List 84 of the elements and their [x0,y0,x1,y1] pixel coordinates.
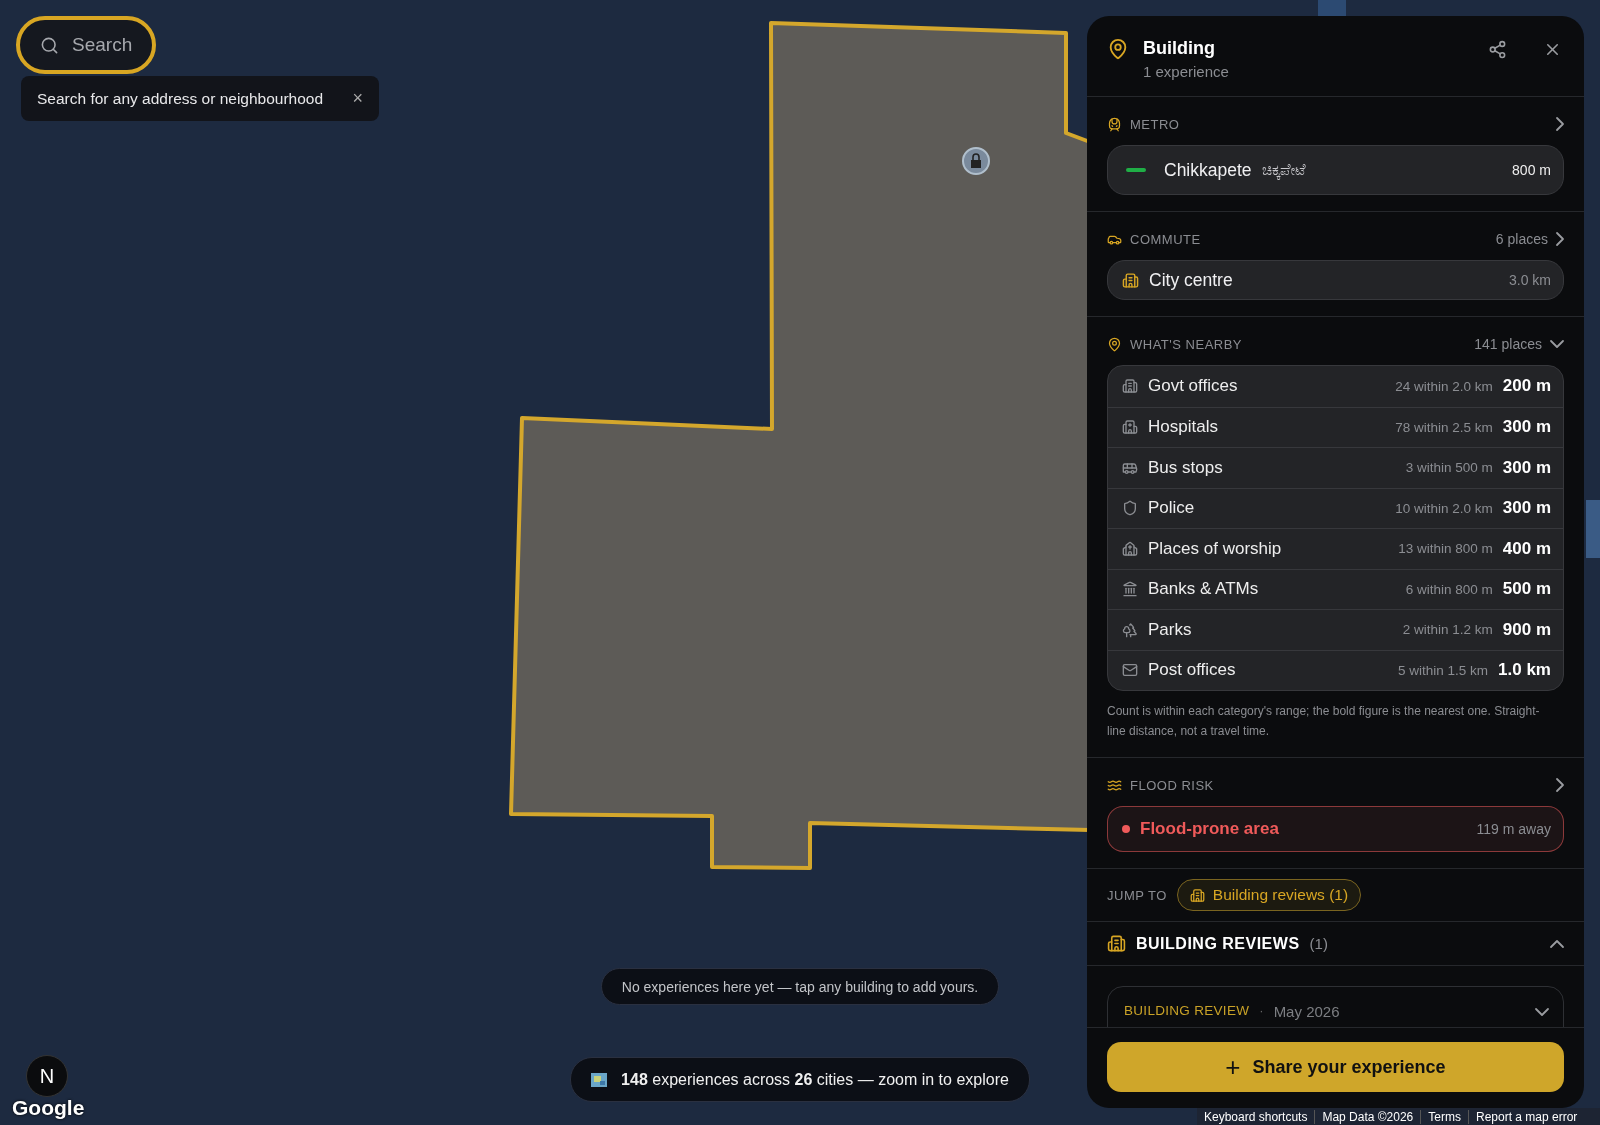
trees-icon [1122,621,1138,638]
reviews-title: BUILDING REVIEWS [1136,934,1300,953]
tooltip-text: Search for any address or neighbourhood [37,89,324,108]
category-count: 10 within 2.0 km [1395,500,1493,516]
chevron-right-icon[interactable] [1556,117,1564,131]
places-count: 141 places [1474,336,1542,352]
pin-icon [1107,38,1129,60]
nearest-distance: 400 m [1502,538,1551,559]
commute-card[interactable]: City centre 3.0 km [1107,260,1564,300]
map-footer-link[interactable]: Terms [1420,1109,1468,1124]
place-name: City centre [1149,269,1233,291]
panel-subtitle: 1 experience [1143,63,1230,80]
chevron-right-icon[interactable] [1556,232,1564,246]
distance: 800 m [1512,162,1551,178]
envelope-icon [1122,662,1138,679]
separator: · [1259,1003,1264,1018]
map-logo: Google [12,1096,85,1120]
station-name-local: ಚಿಕ್ಕಪೇಟೆ [1261,161,1307,179]
map-footer-link[interactable]: Map Data ©2026 [1314,1109,1421,1124]
nearest-distance: 900 m [1502,619,1551,640]
flood-card[interactable]: Flood-prone area 119 m away [1107,806,1564,852]
search-field[interactable]: Search [16,16,156,74]
nearest-distance: 1.0 km [1498,660,1551,681]
review-date: May 2026 [1273,1003,1341,1020]
distance: 3.0 km [1509,272,1551,288]
category-count: 78 within 2.5 km [1395,419,1493,435]
category-name: Post offices [1148,660,1237,681]
share-experience-button[interactable]: + Share your experience [1107,1042,1564,1092]
building-icon [1122,378,1138,395]
share-icon [1488,40,1507,59]
chevron-down-icon[interactable] [1550,340,1564,348]
toast-text: 148 experiences across 26 cities — zoom in to explore [621,1070,1009,1089]
train-icon [1107,116,1122,132]
section-label: FLOOD RISK [1130,777,1215,793]
category-name: Parks [1148,619,1193,640]
category-name: Hospitals [1148,417,1219,438]
reviews-header[interactable]: BUILDING REVIEWS (1) [1087,922,1584,966]
nearest-distance: 300 m [1502,498,1551,519]
jump-chip[interactable]: Building reviews (1) [1176,879,1362,911]
section-label: WHAT'S NEARBY [1130,336,1244,352]
category-name: Police [1148,498,1196,519]
category-count: 2 within 1.2 km [1402,622,1493,638]
reviews-count: (1) [1309,935,1329,952]
category-count: 5 within 1.5 km [1398,662,1489,678]
nearest-distance: 200 m [1502,376,1551,397]
church-icon [1122,540,1138,557]
bank-icon [1122,581,1138,598]
map-footer-link[interactable]: Keyboard shortcuts [1197,1109,1315,1124]
jump-label: JUMP TO [1107,887,1167,903]
review-type: BUILDING REVIEW [1124,1003,1250,1018]
building-icon [1189,887,1205,903]
category-name: Banks & ATMs [1148,579,1260,600]
section-label: COMMUTE [1130,231,1202,247]
panel-title: Building [1143,38,1216,59]
category-name: Govt offices [1148,376,1239,397]
nearest-distance: 300 m [1502,457,1551,478]
close-button[interactable]: × [352,88,363,109]
section-label: METRO [1130,116,1181,132]
places-count: 6 places [1495,231,1548,247]
category-count: 24 within 2.0 km [1395,378,1493,394]
category-name: Places of worship [1148,538,1283,559]
nearby-note: Count is within each category's range; the bold figure is the nearest one. Straight-line distance, not a travel time. [1107,703,1541,740]
map-icon [591,1072,608,1087]
dev-badge[interactable]: N [26,1055,68,1097]
category-count: 6 within 800 m [1405,581,1493,597]
nearest-distance: 300 m [1502,417,1551,438]
station-name: Chikkapete [1164,159,1252,181]
distance: 119 m away [1476,821,1551,837]
building-icon [1122,271,1139,289]
building-icon [1107,934,1126,953]
nearest-distance: 500 m [1502,579,1551,600]
chevron-right-icon[interactable] [1556,778,1564,792]
map-footer-link[interactable]: Report a map error [1467,1109,1585,1124]
pin-icon [1107,336,1122,352]
search-icon [40,36,59,55]
category-count: 3 within 500 m [1405,460,1493,476]
hospital-icon [1122,419,1138,436]
flood-status: Flood-prone area [1140,819,1280,839]
category-name: Bus stops [1148,457,1224,478]
category-count: 13 within 800 m [1398,541,1493,557]
shield-icon [1122,500,1138,517]
metro-card[interactable]: Chikkapete ಚಿಕ್ಕಪೇಟೆ 800 m [1107,145,1564,195]
toast-text: No experiences here yet — tap any building to add yours. [621,978,979,995]
map-road [1586,500,1600,558]
